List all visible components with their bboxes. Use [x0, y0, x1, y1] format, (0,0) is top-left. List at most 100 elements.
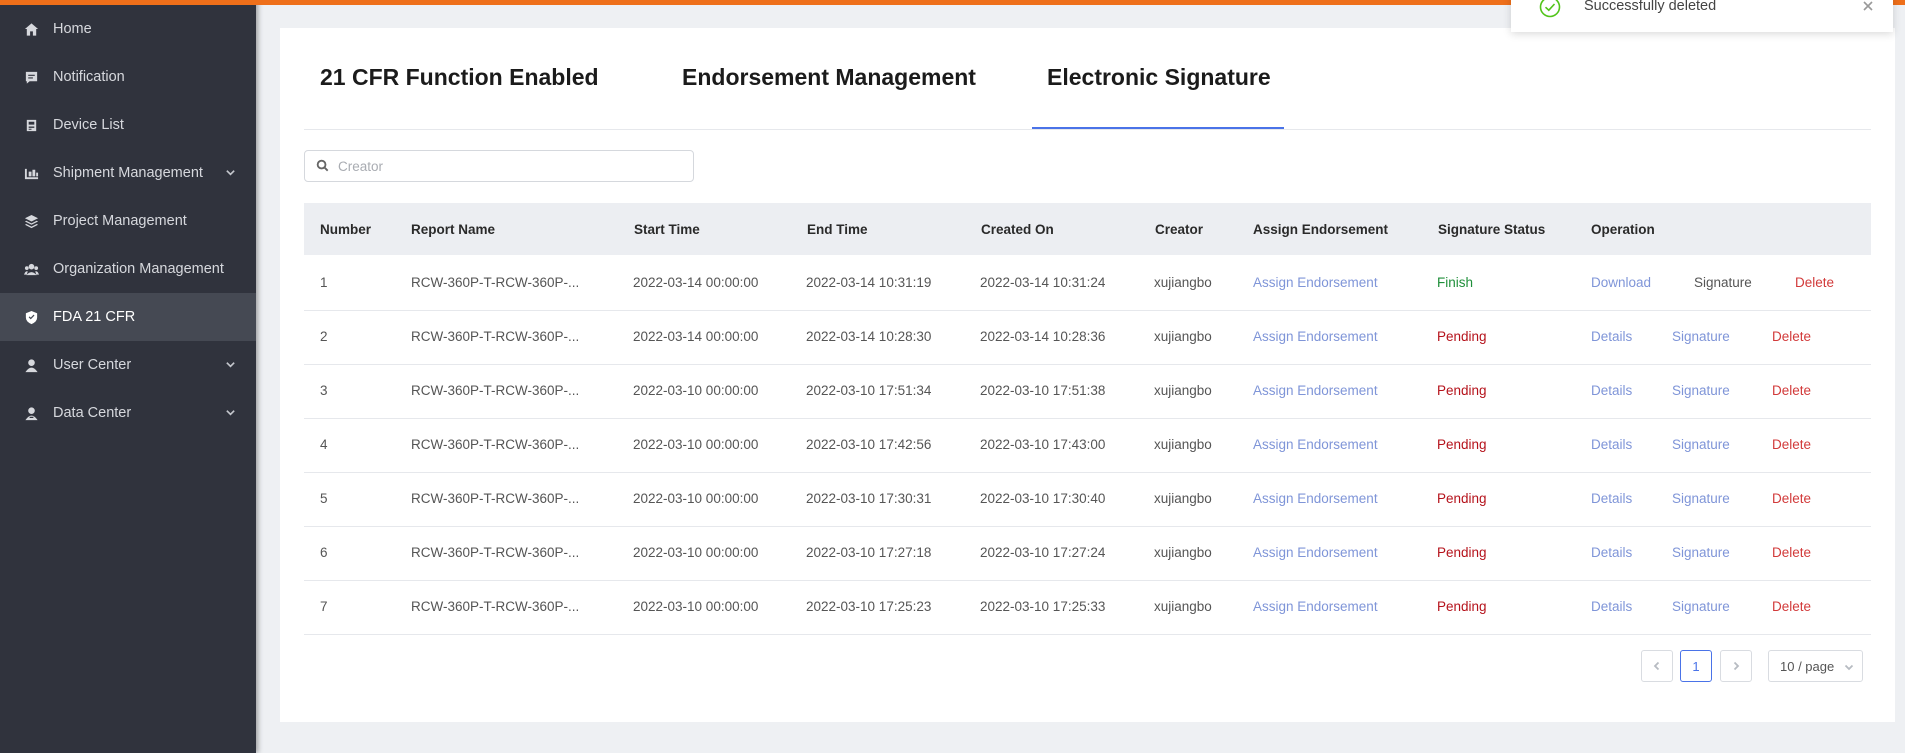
chevron-down-icon[interactable] — [224, 166, 236, 178]
details-link[interactable]: Details — [1591, 383, 1632, 398]
cell-end-time: 2022-03-10 17:42:56 — [806, 437, 932, 452]
sidebar-item-label: User Center — [53, 357, 132, 373]
cell-created-on: 2022-03-14 10:28:36 — [980, 329, 1106, 344]
search-icon — [316, 159, 330, 173]
signature-link[interactable]: Signature — [1672, 383, 1730, 398]
sidebar-item-organization-management[interactable]: Organization Management — [0, 245, 256, 293]
cell-report-name: RCW-360P-T-RCW-360P-... — [411, 437, 580, 452]
cell-start-time: 2022-03-10 00:00:00 — [633, 491, 759, 506]
delete-link[interactable]: Delete — [1772, 437, 1811, 452]
next-page-button[interactable] — [1720, 650, 1752, 682]
delete-link[interactable]: Delete — [1772, 545, 1811, 560]
signature-link[interactable]: Signature — [1672, 599, 1730, 614]
sidebar-item-home[interactable]: Home — [0, 5, 256, 53]
cell-number: 4 — [320, 437, 328, 452]
status-badge: Pending — [1437, 329, 1487, 344]
status-badge: Pending — [1437, 545, 1487, 560]
user-icon — [23, 357, 39, 373]
assign-endorsement-link[interactable]: Assign Endorsement — [1253, 437, 1378, 452]
column-header-operation: Operation — [1591, 222, 1655, 237]
cell-created-on: 2022-03-10 17:51:38 — [980, 383, 1106, 398]
details-link[interactable]: Details — [1591, 437, 1632, 452]
cell-creator: xujiangbo — [1154, 275, 1212, 290]
sidebar-item-device-list[interactable]: Device List — [0, 101, 256, 149]
column-header-assign-endorsement: Assign Endorsement — [1253, 222, 1389, 237]
signature-link[interactable]: Signature — [1672, 437, 1730, 452]
sidebar-item-shipment-management[interactable]: Shipment Management — [0, 149, 256, 197]
search-box — [304, 150, 694, 182]
tab-electronic-signature[interactable]: Electronic Signature — [1047, 64, 1271, 91]
cell-report-name: RCW-360P-T-RCW-360P-... — [411, 329, 580, 344]
page-size-select[interactable]: 10 / page — [1768, 650, 1863, 682]
cell-creator: xujiangbo — [1154, 383, 1212, 398]
cell-creator: xujiangbo — [1154, 491, 1212, 506]
chevron-down-icon[interactable] — [224, 406, 236, 418]
creator-search-input[interactable] — [336, 157, 680, 175]
signature-link[interactable]: Signature — [1694, 275, 1752, 290]
signature-link[interactable]: Signature — [1672, 545, 1730, 560]
prev-page-button[interactable] — [1641, 650, 1673, 682]
close-icon[interactable] — [1863, 0, 1873, 11]
assign-endorsement-link[interactable]: Assign Endorsement — [1253, 383, 1378, 398]
table-row: 4 RCW-360P-T-RCW-360P-... 2022-03-10 00:… — [304, 418, 1871, 473]
details-link[interactable]: Details — [1591, 599, 1632, 614]
delete-link[interactable]: Delete — [1795, 275, 1834, 290]
cell-start-time: 2022-03-10 00:00:00 — [633, 437, 759, 452]
main-card: 21 CFR Function Enabled Endorsement Mana… — [280, 28, 1895, 722]
delete-link[interactable]: Delete — [1772, 329, 1811, 344]
cell-number: 7 — [320, 599, 328, 614]
assign-endorsement-link[interactable]: Assign Endorsement — [1253, 329, 1378, 344]
sidebar-item-label: Home — [53, 21, 92, 37]
sidebar-item-project-management[interactable]: Project Management — [0, 197, 256, 245]
chevron-down-icon[interactable] — [224, 358, 236, 370]
tab-endorsement-management[interactable]: Endorsement Management — [682, 64, 976, 91]
sidebar-item-data-center[interactable]: Data Center — [0, 389, 256, 437]
sidebar-item-user-center[interactable]: User Center — [0, 341, 256, 389]
sidebar-item-notification[interactable]: Notification — [0, 53, 256, 101]
cell-number: 3 — [320, 383, 328, 398]
page-number-button[interactable]: 1 — [1680, 650, 1712, 682]
cell-start-time: 2022-03-10 00:00:00 — [633, 545, 759, 560]
page-size-value: 10 / page — [1780, 658, 1835, 674]
signature-link[interactable]: Signature — [1672, 491, 1730, 506]
cell-created-on: 2022-03-10 17:25:33 — [980, 599, 1106, 614]
status-badge: Pending — [1437, 437, 1487, 452]
delete-link[interactable]: Delete — [1772, 491, 1811, 506]
cell-creator: xujiangbo — [1154, 545, 1212, 560]
cell-number: 2 — [320, 329, 328, 344]
delete-link[interactable]: Delete — [1772, 599, 1811, 614]
table-row: 5 RCW-360P-T-RCW-360P-... 2022-03-10 00:… — [304, 472, 1871, 527]
cell-created-on: 2022-03-10 17:43:00 — [980, 437, 1106, 452]
table-row: 2 RCW-360P-T-RCW-360P-... 2022-03-14 00:… — [304, 310, 1871, 365]
sidebar-item-fda-21-cfr[interactable]: FDA 21 CFR — [0, 293, 256, 341]
delete-link[interactable]: Delete — [1772, 383, 1811, 398]
tab-21-cfr-function-enabled[interactable]: 21 CFR Function Enabled — [320, 64, 599, 91]
device-icon — [23, 117, 39, 133]
cell-report-name: RCW-360P-T-RCW-360P-... — [411, 275, 580, 290]
details-link[interactable]: Details — [1591, 545, 1632, 560]
active-tab-indicator — [1032, 127, 1284, 129]
sidebar-item-label: Data Center — [53, 405, 132, 421]
cell-end-time: 2022-03-10 17:30:31 — [806, 491, 932, 506]
assign-endorsement-link[interactable]: Assign Endorsement — [1253, 599, 1378, 614]
column-header-start-time: Start Time — [634, 222, 700, 237]
sidebar-item-label: Shipment Management — [53, 165, 203, 181]
signature-link[interactable]: Signature — [1672, 329, 1730, 344]
table-row: 1 RCW-360P-T-RCW-360P-... 2022-03-14 00:… — [304, 256, 1871, 311]
cell-report-name: RCW-360P-T-RCW-360P-... — [411, 383, 580, 398]
cell-creator: xujiangbo — [1154, 437, 1212, 452]
shield-icon — [23, 309, 39, 325]
check-circle-icon — [1539, 0, 1561, 18]
details-link[interactable]: Details — [1591, 491, 1632, 506]
sidebar-item-label: FDA 21 CFR — [53, 309, 136, 325]
sidebar-nav: Home Notification Device List Shipment M… — [0, 5, 256, 437]
assign-endorsement-link[interactable]: Assign Endorsement — [1253, 545, 1378, 560]
assign-endorsement-link[interactable]: Assign Endorsement — [1253, 491, 1378, 506]
assign-endorsement-link[interactable]: Assign Endorsement — [1253, 275, 1378, 290]
cell-number: 6 — [320, 545, 328, 560]
cell-created-on: 2022-03-14 10:31:24 — [980, 275, 1106, 290]
table-header: Number Report Name Start Time End Time C… — [304, 203, 1871, 255]
details-link[interactable]: Details — [1591, 329, 1632, 344]
download-link[interactable]: Download — [1591, 275, 1651, 290]
cell-end-time: 2022-03-10 17:51:34 — [806, 383, 932, 398]
